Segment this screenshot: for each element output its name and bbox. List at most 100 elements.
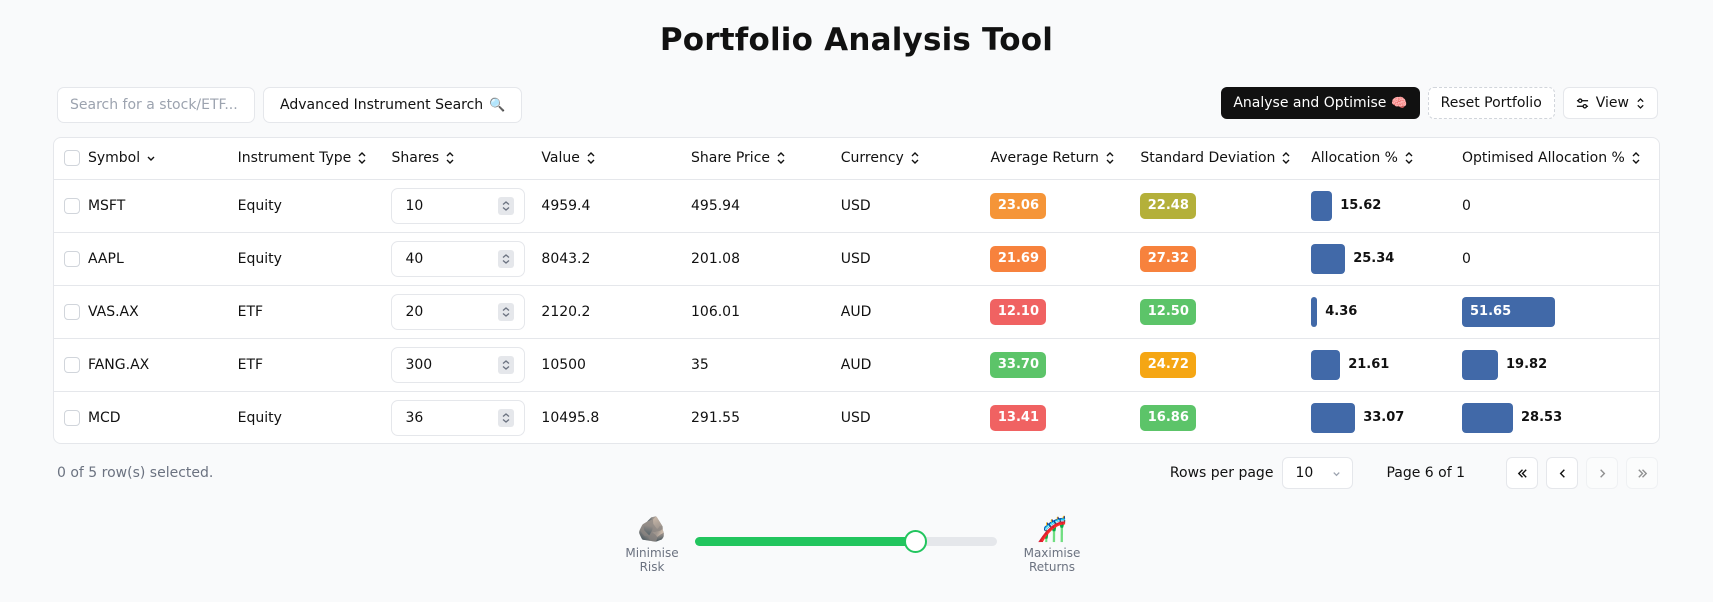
allocation-bar-group: 21.61 xyxy=(1311,349,1462,380)
average-return-badge: 23.06 xyxy=(990,192,1047,219)
cell-share-price: 201.08 xyxy=(691,232,841,286)
header-value[interactable]: Value xyxy=(541,150,595,166)
table-row: MCD Equity 36 10495.8 291.55 USD 13.41 1… xyxy=(54,391,1659,443)
row-checkbox[interactable] xyxy=(64,356,80,373)
cell-instrument-type: ETF xyxy=(237,285,392,339)
chevron-updown-icon xyxy=(1405,152,1413,165)
cell-optimised-allocation: 0 xyxy=(1462,232,1659,286)
allocation-bar-group: 15.62 xyxy=(1311,190,1462,221)
first-page-button[interactable] xyxy=(1506,457,1538,489)
select-all-checkbox[interactable] xyxy=(64,150,80,167)
chevron-updown-icon xyxy=(1637,97,1644,109)
cell-currency: USD xyxy=(840,232,991,286)
row-checkbox[interactable] xyxy=(64,197,80,214)
shares-stepper[interactable]: 300 xyxy=(391,346,526,383)
view-options-button[interactable]: View xyxy=(1562,87,1658,119)
page-indicator: Page 6 of 1 xyxy=(1386,465,1465,481)
cell-average-return: 23.06 xyxy=(990,179,1141,233)
search-input[interactable] xyxy=(57,87,255,123)
header-standard-deviation[interactable]: Standard Deviation xyxy=(1140,150,1291,166)
cell-optimised-allocation: 28.53 xyxy=(1462,391,1659,443)
stepper-arrows-icon[interactable] xyxy=(498,355,515,374)
advanced-search-button[interactable]: Advanced Instrument Search 🔍 xyxy=(263,87,523,123)
cell-allocation: 33.07 xyxy=(1311,391,1462,443)
header-allocation[interactable]: Allocation % xyxy=(1311,150,1414,166)
rock-icon: 🪨 xyxy=(637,515,667,543)
stepper-arrows-icon[interactable] xyxy=(498,408,515,427)
cell-standard-deviation: 27.32 xyxy=(1140,232,1312,286)
shares-stepper[interactable]: 20 xyxy=(391,293,526,330)
standard-deviation-badge: 16.86 xyxy=(1140,404,1197,431)
cell-shares: 36 xyxy=(391,391,541,443)
stepper-arrows-icon[interactable] xyxy=(498,249,515,268)
risk-return-slider[interactable] xyxy=(695,530,997,553)
stepper-arrows-icon[interactable] xyxy=(498,196,515,215)
shares-stepper[interactable]: 10 xyxy=(391,187,526,224)
previous-page-button[interactable] xyxy=(1546,457,1578,489)
optimised-allocation-value: 51.65 xyxy=(1470,304,1512,319)
cell-instrument-type: ETF xyxy=(237,338,392,392)
analyse-optimise-label: Analyse and Optimise xyxy=(1233,95,1387,111)
table-row: MSFT Equity 10 4959.4 495.94 USD 23.06 2… xyxy=(54,179,1659,233)
header-instrument-type[interactable]: Instrument Type xyxy=(238,150,368,166)
allocation-bar xyxy=(1311,243,1346,274)
shares-value: 10 xyxy=(405,197,424,214)
allocation-value: 21.61 xyxy=(1348,357,1390,372)
header-currency[interactable]: Currency xyxy=(841,150,920,166)
header-optimised-allocation[interactable]: Optimised Allocation % xyxy=(1462,150,1641,166)
rows-per-page-select[interactable]: 10 xyxy=(1282,457,1354,489)
chevron-updown-icon xyxy=(1632,152,1640,165)
cell-symbol: MSFT xyxy=(87,179,238,233)
optimised-allocation-bar xyxy=(1462,402,1513,433)
cell-currency: AUD xyxy=(840,285,991,339)
optimised-allocation-group: 0 xyxy=(1462,251,1659,267)
portfolio-table: Symbol Instrument Type Shares Value Shar… xyxy=(53,137,1660,444)
header-average-return[interactable]: Average Return xyxy=(990,150,1114,166)
minimise-risk-end: 🪨 Minimise Risk xyxy=(612,516,692,574)
average-return-badge: 33.70 xyxy=(990,351,1047,378)
last-page-button[interactable] xyxy=(1626,457,1658,489)
slider-thumb[interactable] xyxy=(904,530,928,553)
toolbar-left: Advanced Instrument Search 🔍 xyxy=(57,87,523,123)
stepper-arrows-icon[interactable] xyxy=(498,302,515,321)
shares-stepper[interactable]: 40 xyxy=(391,240,526,277)
cell-standard-deviation: 12.50 xyxy=(1140,285,1312,339)
table-header-row: Symbol Instrument Type Shares Value Shar… xyxy=(54,138,1659,180)
cell-symbol: AAPL xyxy=(87,232,238,286)
table-row: AAPL Equity 40 8043.2 201.08 USD 21.69 2… xyxy=(54,232,1659,286)
cell-value: 2120.2 xyxy=(541,285,691,339)
optimised-allocation-group: 19.82 xyxy=(1462,349,1659,380)
minimise-risk-label: Minimise Risk xyxy=(625,546,679,574)
next-page-button[interactable] xyxy=(1586,457,1618,489)
roller-coaster-icon: 🎢 xyxy=(1037,515,1067,543)
standard-deviation-badge: 27.32 xyxy=(1140,245,1197,272)
sliders-icon xyxy=(1576,97,1588,109)
allocation-bar xyxy=(1311,402,1356,433)
row-checkbox[interactable] xyxy=(64,250,80,267)
allocation-bar xyxy=(1311,349,1341,380)
cell-currency: USD xyxy=(840,409,871,426)
optimised-allocation-value: 0 xyxy=(1462,197,1471,214)
shares-value: 40 xyxy=(405,250,424,267)
shares-stepper[interactable]: 36 xyxy=(391,399,526,436)
reset-portfolio-button[interactable]: Reset Portfolio xyxy=(1427,87,1555,119)
cell-allocation: 25.34 xyxy=(1311,232,1462,286)
allocation-value: 33.07 xyxy=(1363,410,1405,426)
row-checkbox[interactable] xyxy=(64,409,80,426)
cell-average-return: 13.41 xyxy=(990,391,1140,443)
cell-currency: AUD xyxy=(840,338,991,392)
cell-standard-deviation: 16.86 xyxy=(1140,391,1311,443)
optimised-allocation-group: 0 xyxy=(1462,198,1659,214)
chevron-updown-icon xyxy=(1282,152,1290,165)
rows-per-page-value: 10 xyxy=(1295,465,1314,481)
cell-instrument-type: Equity xyxy=(237,409,282,426)
chevron-left-icon xyxy=(1559,468,1565,478)
analyse-optimise-button[interactable]: Analyse and Optimise 🧠 xyxy=(1221,87,1420,119)
header-shares[interactable]: Shares xyxy=(391,150,455,166)
chevrons-left-icon xyxy=(1517,468,1527,478)
average-return-badge: 12.10 xyxy=(990,298,1047,325)
header-share-price[interactable]: Share Price xyxy=(691,150,786,166)
chevron-down-icon xyxy=(1333,471,1341,476)
header-symbol[interactable]: Symbol xyxy=(88,150,156,166)
row-checkbox[interactable] xyxy=(64,303,80,320)
